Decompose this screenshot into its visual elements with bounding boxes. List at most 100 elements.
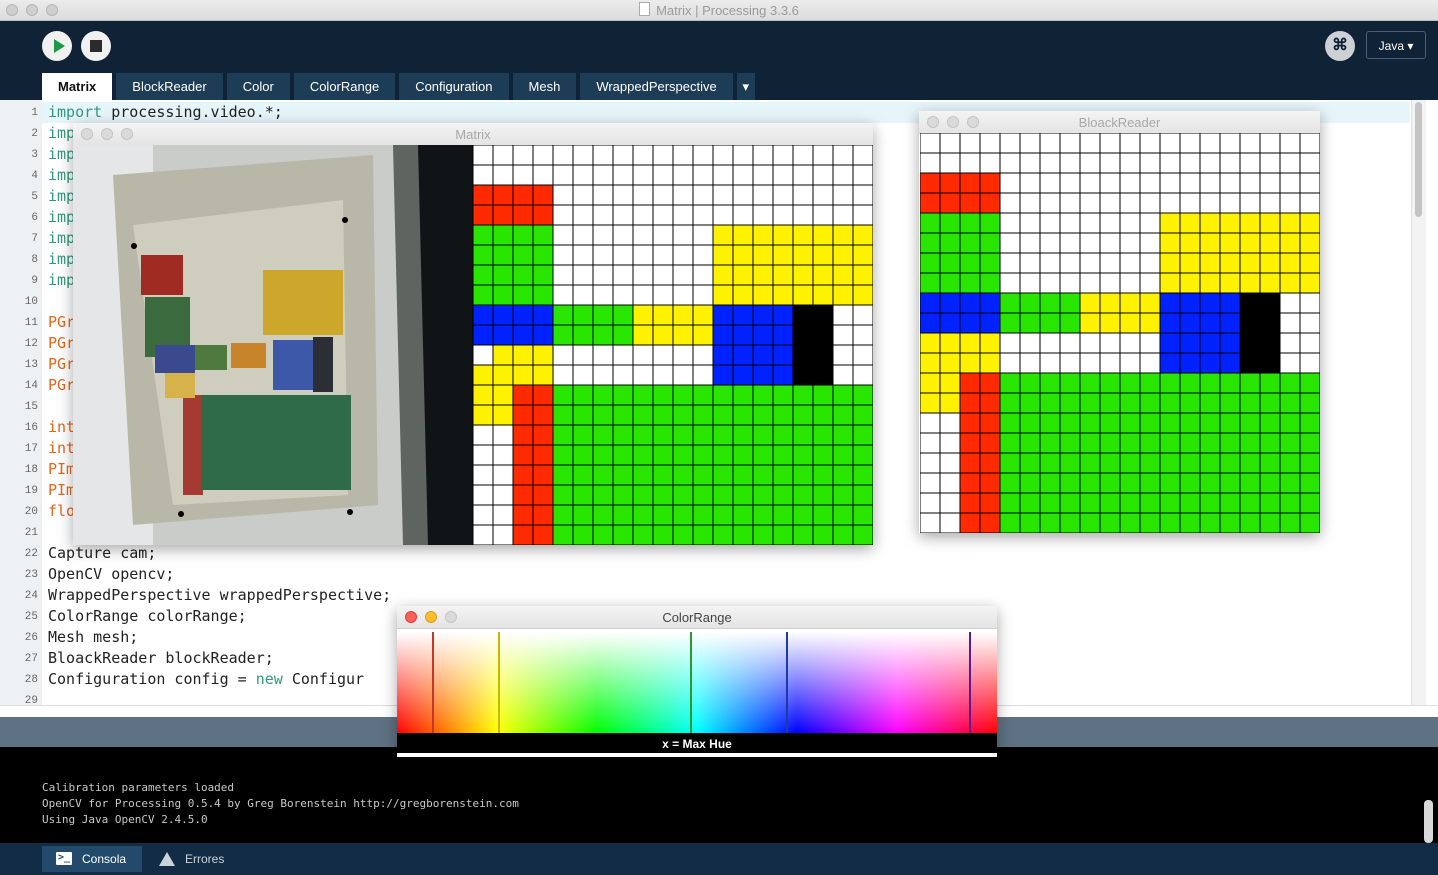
grid-cell xyxy=(792,164,814,186)
blockreader-window-title-bar[interactable]: BloackReader xyxy=(919,111,1320,134)
code-line[interactable]: imp xyxy=(48,271,75,289)
code-line[interactable]: imp xyxy=(48,208,75,226)
grid-cell xyxy=(752,324,774,346)
grid-cell xyxy=(1119,352,1141,374)
tab-blockreader[interactable]: BlockReader xyxy=(116,73,223,100)
calibration-point[interactable] xyxy=(178,511,184,517)
hue-marker[interactable] xyxy=(432,632,434,733)
grid-cell xyxy=(1299,172,1320,194)
code-line[interactable]: PGr xyxy=(48,355,75,373)
tab-mesh[interactable]: Mesh xyxy=(512,73,577,100)
console-scroll-thumb[interactable] xyxy=(1424,800,1433,843)
code-line[interactable]: ColorRange colorRange; xyxy=(48,607,247,625)
code-line[interactable]: imp xyxy=(48,124,75,142)
console-tab[interactable]: Consola xyxy=(42,845,143,872)
tab-color[interactable]: Color xyxy=(226,73,290,100)
grid-cell xyxy=(732,264,754,286)
tab-colorrange[interactable]: ColorRange xyxy=(293,73,396,100)
calibration-point[interactable] xyxy=(347,509,353,515)
grid-cell xyxy=(1019,492,1041,514)
tabs-menu-button[interactable]: ▾ xyxy=(736,73,755,100)
grid-cell xyxy=(812,444,834,466)
code-line[interactable]: imp xyxy=(48,250,75,268)
blockreader-window[interactable]: BloackReader xyxy=(919,111,1320,533)
calibration-point[interactable] xyxy=(131,243,137,249)
hue-marker[interactable] xyxy=(498,632,500,733)
code-line[interactable]: Mesh mesh; xyxy=(48,628,138,646)
code-line[interactable]: imp xyxy=(48,166,75,184)
grid-cell xyxy=(1039,452,1061,474)
grid-cell xyxy=(692,184,714,206)
hue-range-canvas[interactable]: x = Max Hue xyxy=(397,628,997,757)
sketch-tabs: Matrix BlockReader Color ColorRange Conf… xyxy=(42,73,759,100)
grid-cell xyxy=(552,145,574,166)
hue-marker[interactable] xyxy=(969,632,971,733)
errors-tab[interactable]: Errores xyxy=(145,846,240,872)
code-line[interactable]: imp xyxy=(48,145,75,163)
code-line[interactable]: OpenCV opencv; xyxy=(48,565,174,583)
colorrange-window-title-bar[interactable]: ColorRange xyxy=(397,606,997,629)
grid-cell xyxy=(712,284,734,306)
code-line[interactable]: flo xyxy=(48,502,75,520)
grid-cell xyxy=(632,264,654,286)
colorrange-window[interactable]: ColorRange x = Max Hue xyxy=(397,606,997,757)
grid-cell xyxy=(692,424,714,446)
code-line[interactable]: PGr xyxy=(48,376,75,394)
tab-configuration[interactable]: Configuration xyxy=(399,73,509,100)
editor-scroll-thumb[interactable] xyxy=(1415,102,1422,217)
code-line[interactable]: PIm xyxy=(48,481,75,499)
code-line[interactable]: Capture cam; xyxy=(48,544,156,562)
code-token: int xyxy=(48,418,76,436)
grid-cell xyxy=(792,264,814,286)
grid-cell xyxy=(752,384,774,406)
grid-cell xyxy=(732,284,754,306)
calibration-point[interactable] xyxy=(342,217,348,223)
grid-cell xyxy=(959,133,981,154)
grid-cell xyxy=(939,252,961,274)
debug-mode-icon[interactable]: ⌘ xyxy=(1325,31,1355,61)
grid-cell xyxy=(920,312,941,334)
hue-marker[interactable] xyxy=(786,632,788,733)
grid-cell xyxy=(852,364,873,386)
code-line[interactable]: WrappedPerspective wrappedPerspective; xyxy=(48,586,391,604)
tab-matrix[interactable]: Matrix xyxy=(42,73,113,100)
line-number: 15 xyxy=(24,401,38,413)
grid-cell xyxy=(920,412,941,434)
grid-cell xyxy=(1119,172,1141,194)
code-line[interactable]: imp xyxy=(48,187,75,205)
stop-button[interactable] xyxy=(81,31,111,61)
matrix-window-title-bar[interactable]: Matrix xyxy=(73,123,873,146)
grid-cell xyxy=(1299,432,1320,454)
grid-cell xyxy=(492,145,514,166)
code-line[interactable]: int xyxy=(48,439,75,457)
mode-selector[interactable]: Java ▾ xyxy=(1366,31,1426,59)
tab-wrappedperspective[interactable]: WrappedPerspective xyxy=(580,73,733,100)
grid-cell xyxy=(852,424,873,446)
code-line[interactable]: import processing.video.*; xyxy=(48,103,283,121)
grid-cell xyxy=(1179,432,1201,454)
grid-cell xyxy=(672,444,694,466)
run-button[interactable] xyxy=(42,31,72,61)
grid-cell xyxy=(812,404,834,426)
grid-cell xyxy=(612,344,634,366)
code-text: Mesh mesh; xyxy=(48,628,139,646)
grid-cell xyxy=(672,484,694,506)
grid-cell xyxy=(772,324,794,346)
code-line[interactable]: Configuration config = new Configur xyxy=(48,670,364,688)
code-line[interactable]: PGr xyxy=(48,313,75,331)
code-line[interactable]: PGr xyxy=(48,334,75,352)
grid-cell xyxy=(920,152,941,174)
hue-marker[interactable] xyxy=(690,632,692,733)
code-line[interactable]: BloackReader blockReader; xyxy=(48,649,274,667)
grid-cell xyxy=(852,284,873,306)
grid-cell xyxy=(1279,392,1301,414)
grid-cell xyxy=(712,324,734,346)
matrix-window[interactable]: Matrix xyxy=(73,123,873,545)
code-text: Configuration config = xyxy=(48,670,256,688)
code-line[interactable]: imp xyxy=(48,229,75,247)
code-line[interactable]: int xyxy=(48,418,75,436)
grid-cell xyxy=(612,284,634,306)
code-line[interactable]: PIm xyxy=(48,460,75,478)
grid-cell xyxy=(552,164,574,186)
grid-cell xyxy=(999,372,1021,394)
